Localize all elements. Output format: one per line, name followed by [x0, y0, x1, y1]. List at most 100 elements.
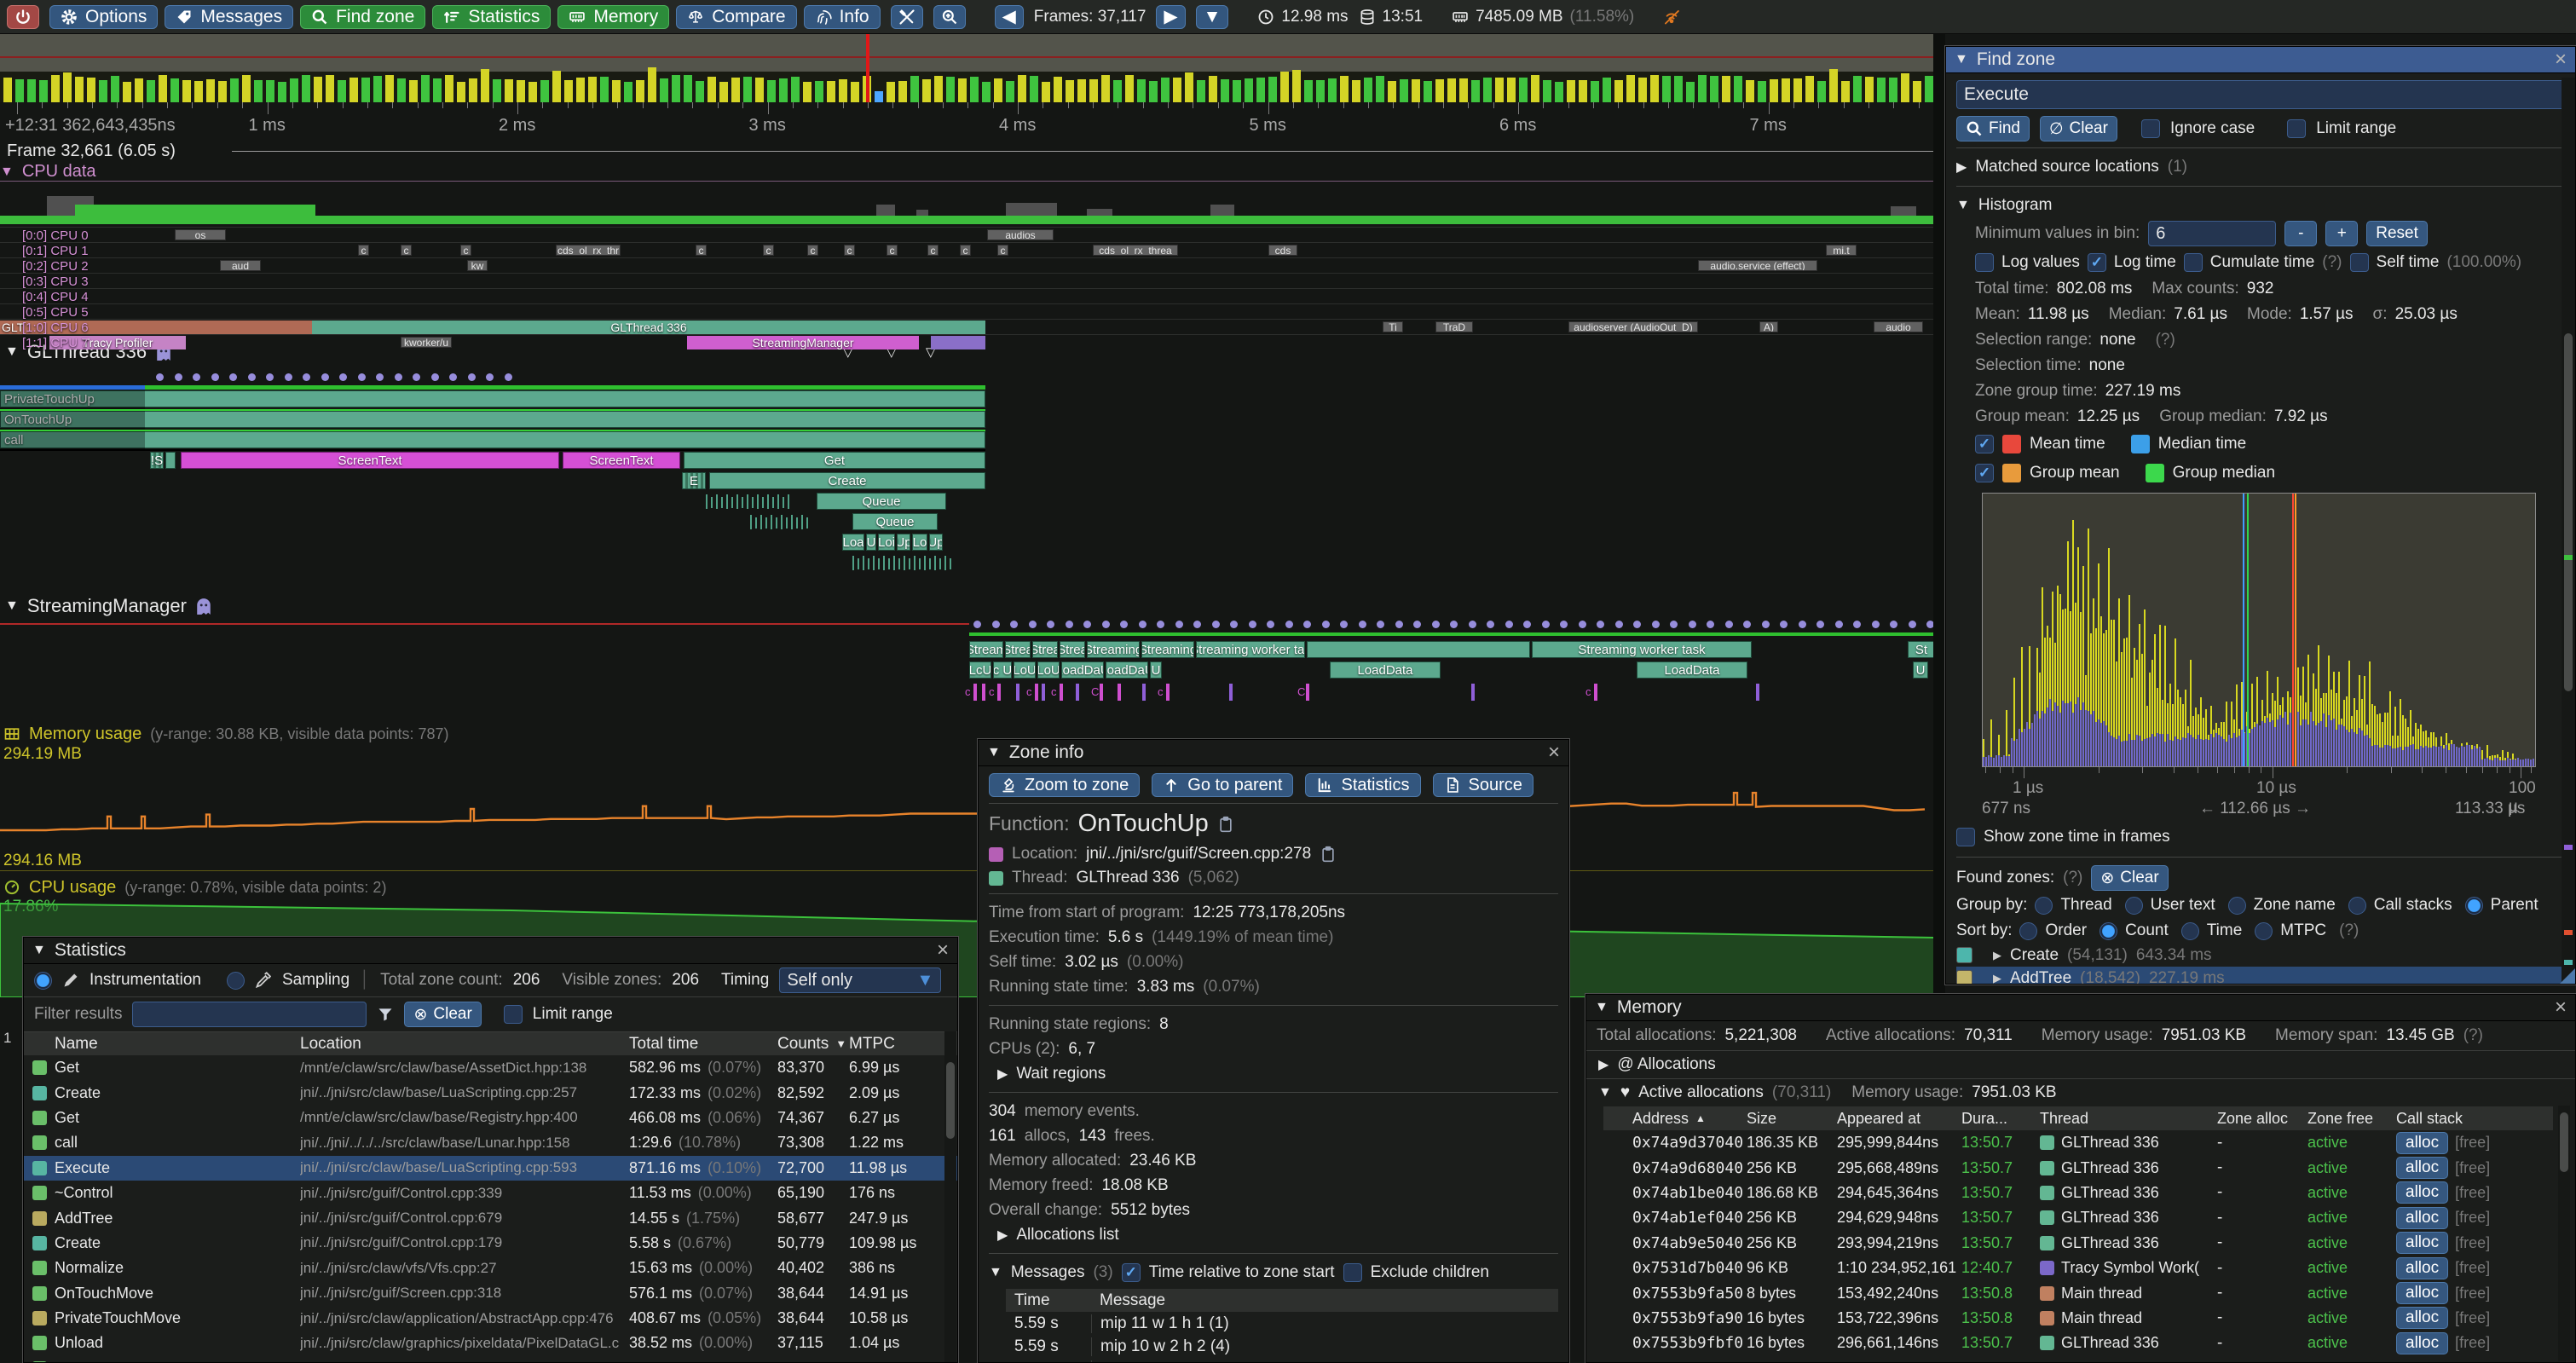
- frame-bar[interactable]: [326, 75, 334, 102]
- find-zone-scrollbar[interactable]: [2562, 78, 2575, 984]
- alloc-button[interactable]: alloc: [2396, 1332, 2448, 1354]
- allocation-row[interactable]: 0x7553b9fa508 bytes153,492,240ns13:50.8M…: [1603, 1280, 2575, 1305]
- column-header-call-stack[interactable]: Call stack: [2396, 1106, 2463, 1130]
- limit-range-checkbox[interactable]: [504, 1005, 523, 1024]
- glthread-zone[interactable]: Up: [929, 534, 943, 551]
- streaming-zone[interactable]: Stream: [969, 641, 1003, 658]
- message-dot[interactable]: [1230, 621, 1238, 628]
- cpu-task-box[interactable]: cds_ol_rx_threa: [1093, 245, 1178, 256]
- cpu-task-box[interactable]: cds_ol_rx_thr: [556, 245, 621, 256]
- frame-bar[interactable]: [755, 78, 764, 102]
- free-link[interactable]: [free]: [2455, 1285, 2490, 1302]
- frame-bar[interactable]: [51, 75, 60, 102]
- message-dot[interactable]: [1579, 621, 1586, 628]
- column-header-thread[interactable]: Thread: [2040, 1106, 2088, 1130]
- cpu-thread-band[interactable]: [931, 336, 985, 349]
- frame-bar[interactable]: [373, 76, 382, 102]
- message-dot[interactable]: [1505, 621, 1513, 628]
- frame-bar[interactable]: [1793, 78, 1802, 102]
- frame-bar[interactable]: [636, 80, 644, 102]
- cpu-row[interactable]: [0:1] CPU 1ccccds_ol_rx_thrcccccccccds_o…: [0, 242, 1935, 258]
- glthread-zone[interactable]: Loa: [842, 534, 864, 551]
- frame-bar[interactable]: [540, 80, 549, 102]
- frame-bar[interactable]: [135, 78, 143, 102]
- cpu-row[interactable]: [0:0] CPU 0osaudios: [0, 227, 1935, 243]
- memory-usage-header[interactable]: Memory usage(y-range: 30.88 KB, visible …: [3, 725, 941, 743]
- message-dot[interactable]: [1377, 621, 1384, 628]
- cpu-task-box[interactable]: c: [696, 245, 707, 256]
- cpu-row[interactable]: [0:5] CPU 5: [0, 303, 1935, 320]
- message-dot[interactable]: [486, 373, 494, 381]
- frame-bar[interactable]: [875, 91, 883, 102]
- toolbar-button-find-zone[interactable]: Find zone: [300, 5, 425, 29]
- close-icon[interactable]: ×: [937, 940, 949, 961]
- message-dot[interactable]: [1212, 621, 1220, 628]
- go-to-parent-button[interactable]: Go to parent: [1152, 773, 1293, 797]
- message-dot[interactable]: [339, 373, 347, 381]
- statistics-row[interactable]: Get/mnt/e/claw/src/claw/base/AssetDict.h…: [24, 1055, 957, 1080]
- message-dot[interactable]: [1872, 621, 1880, 628]
- frame-bar[interactable]: [254, 80, 263, 102]
- frame-bar[interactable]: [361, 78, 370, 102]
- free-link[interactable]: [free]: [2455, 1234, 2490, 1252]
- message-dot[interactable]: [1102, 621, 1110, 628]
- frame-bar[interactable]: [1221, 79, 1229, 102]
- message-dot[interactable]: [248, 373, 256, 381]
- free-link[interactable]: [free]: [2455, 1259, 2490, 1277]
- frame-bar[interactable]: [1805, 76, 1814, 102]
- cpu-thread-band[interactable]: GLThread 336: [312, 321, 985, 334]
- frame-bar[interactable]: [111, 76, 119, 102]
- frame-bar[interactable]: [791, 77, 800, 102]
- frame-bar[interactable]: [99, 80, 107, 102]
- frame-bar[interactable]: [1758, 81, 1766, 102]
- frame-bar[interactable]: [1686, 82, 1695, 102]
- message-dot[interactable]: [1450, 621, 1458, 628]
- allocation-row[interactable]: 0x74ab1ef040256 KB294,629,948ns13:50.7GL…: [1603, 1205, 2575, 1230]
- frame-bar[interactable]: [1018, 75, 1026, 102]
- legend-checkbox[interactable]: ✓: [1975, 435, 1994, 453]
- frame-bar[interactable]: [481, 69, 489, 102]
- lock-mark[interactable]: [1042, 684, 1045, 701]
- frame-bar[interactable]: [457, 82, 465, 102]
- frame-bar[interactable]: [385, 75, 394, 102]
- statistics-row[interactable]: Createjni/../jni/src/claw/base/LuaScript…: [24, 1080, 957, 1105]
- frame-bar[interactable]: [1388, 81, 1396, 102]
- frame-bar[interactable]: [1782, 78, 1790, 102]
- frame-bar[interactable]: [1006, 81, 1014, 102]
- frame-bar[interactable]: [421, 75, 430, 102]
- frame-bar[interactable]: [779, 78, 788, 102]
- allocation-row[interactable]: 0x74ab1be040186.68 KB294,645,364ns13:50.…: [1603, 1181, 2575, 1205]
- allocation-row[interactable]: 0x7553b9fbf016 bytes296,661,146ns13:50.7…: [1603, 1331, 2575, 1355]
- frame-bar[interactable]: [1770, 79, 1778, 102]
- message-dot[interactable]: [266, 373, 274, 381]
- column-header-size[interactable]: Size: [1747, 1106, 1776, 1130]
- glthread-zone[interactable]: [165, 452, 176, 469]
- statistics-row[interactable]: PrivateTouchMovejni/../jni/src/claw/appl…: [24, 1306, 957, 1331]
- cpu-row[interactable]: [0:2] CPU 2audkwaudio.service (effect): [0, 257, 1935, 274]
- frame-bar[interactable]: [1877, 78, 1886, 102]
- frame-bar[interactable]: [743, 77, 752, 102]
- frame-bar[interactable]: [1209, 76, 1217, 102]
- statistics-scrollbar[interactable]: [944, 1031, 956, 1362]
- streaming-zone[interactable]: Streaming: [1087, 641, 1140, 658]
- frame-bar[interactable]: [1746, 80, 1754, 102]
- lock-mark[interactable]: [1016, 684, 1019, 701]
- frame-bar[interactable]: [1543, 80, 1551, 102]
- streaming-zone[interactable]: Strea: [1005, 641, 1031, 658]
- alloc-button[interactable]: alloc: [2396, 1307, 2448, 1329]
- glthread-zone[interactable]: OnTouchUp: [0, 411, 985, 428]
- glthread-zone[interactable]: Queue: [852, 513, 938, 530]
- found-clear-button[interactable]: ⊗Clear: [2091, 865, 2168, 891]
- message-dot[interactable]: [229, 373, 237, 381]
- frame-bar[interactable]: [552, 71, 561, 102]
- free-link[interactable]: [free]: [2455, 1209, 2490, 1227]
- frame-bar[interactable]: [1901, 73, 1909, 102]
- message-dot[interactable]: [395, 373, 402, 381]
- frame-bar[interactable]: [1197, 80, 1205, 102]
- message-dot[interactable]: [1322, 621, 1330, 628]
- toolbar-button-compare[interactable]: Compare: [676, 5, 796, 29]
- next-frame-button[interactable]: ▶: [1156, 5, 1185, 29]
- cpu-task-box[interactable]: kworker/u: [401, 337, 452, 348]
- alloc-button[interactable]: alloc: [2396, 1132, 2448, 1154]
- source-button[interactable]: Source: [1433, 773, 1533, 797]
